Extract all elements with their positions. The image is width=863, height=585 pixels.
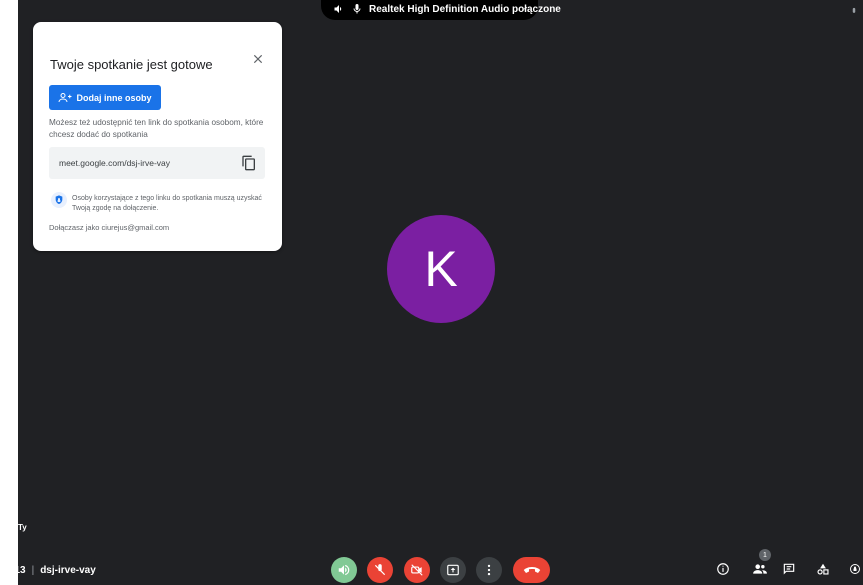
approval-notice: Osoby korzystające z tego linku do spotk… [72, 195, 262, 212]
audio-output-button[interactable] [331, 557, 357, 583]
audio-device-text: Realtek High Definition Audio połączone [369, 3, 561, 15]
chat-icon[interactable] [782, 562, 796, 576]
add-people-button[interactable]: Dodaj inne osoby [49, 85, 161, 110]
activities-icon[interactable] [816, 562, 830, 576]
meeting-ready-dialog: Twoje spotkanie jest gotowe Dodaj inne o… [33, 22, 282, 251]
camera-toggle-button[interactable] [404, 557, 430, 583]
copy-icon[interactable] [241, 155, 257, 171]
present-button[interactable] [440, 557, 466, 583]
self-tile-label: Ty [18, 523, 27, 532]
joining-as-text: Dołączasz jako ciurejus@gmail.com [49, 223, 170, 232]
present-icon [447, 564, 459, 576]
volume-icon [334, 5, 342, 13]
info-icon[interactable] [716, 562, 730, 576]
meeting-time: 17:13 [0, 565, 26, 576]
people-count-badge: 1 [759, 549, 771, 561]
meeting-info: 17:13 | dsj-irve-vay [0, 565, 96, 576]
host-controls-icon[interactable] [849, 562, 861, 576]
leave-call-button[interactable] [513, 557, 550, 583]
hangup-icon [523, 567, 540, 573]
shield-icon [51, 192, 67, 208]
people-icon[interactable] [752, 562, 768, 576]
volume-icon [338, 564, 350, 576]
left-window-edge [0, 0, 18, 585]
participant-avatar: K [387, 215, 495, 323]
dialog-title: Twoje spotkanie jest gotowe [50, 57, 213, 72]
add-person-icon [58, 92, 72, 102]
mic-toggle-button[interactable] [367, 557, 393, 583]
more-icon [487, 564, 491, 576]
add-people-label: Dodaj inne osoby [76, 92, 152, 103]
audio-device-toast: Realtek High Definition Audio połączone [321, 0, 561, 20]
mic-icon [353, 4, 361, 14]
info-separator: | [31, 565, 35, 576]
camera-off-icon [411, 564, 423, 576]
close-icon[interactable] [251, 52, 265, 66]
mic-off-icon [374, 564, 386, 576]
more-options-button[interactable] [476, 557, 502, 583]
share-instructions: Możesz też udostępnić ten link do spotka… [49, 118, 264, 139]
meeting-code: dsj-irve-vay [40, 565, 96, 576]
meeting-link: meet.google.com/dsj-irve-vay [59, 158, 171, 168]
meeting-link-box: meet.google.com/dsj-irve-vay [49, 147, 265, 179]
mic-level-icon [852, 7, 856, 13]
